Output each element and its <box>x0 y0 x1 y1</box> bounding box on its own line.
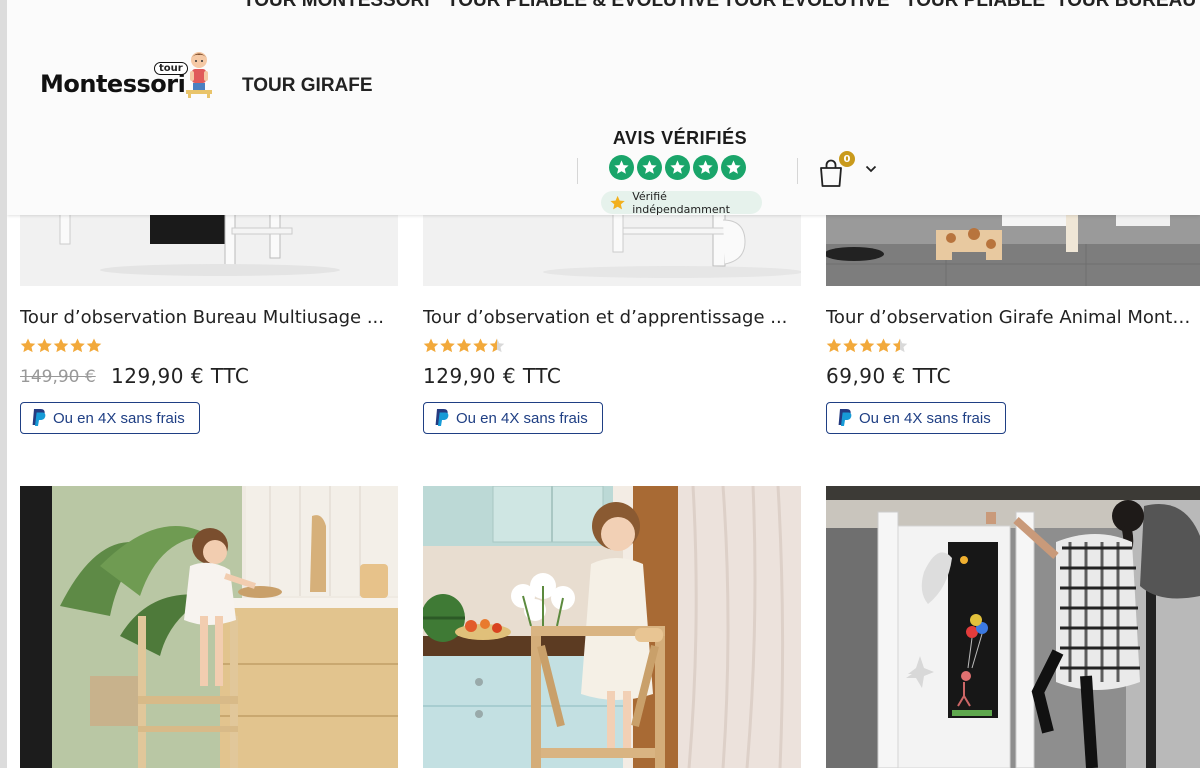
star-icon <box>721 155 746 180</box>
header-divider <box>577 158 578 184</box>
star-icon <box>609 155 634 180</box>
photo-child-learning-tower <box>423 486 801 768</box>
star-icon <box>423 338 439 353</box>
star-icon <box>53 338 69 353</box>
product-title[interactable]: Tour d’observation Girafe Animal Monte..… <box>826 307 1200 328</box>
avis-stars <box>609 155 746 180</box>
product-photo-tower-desk <box>59 210 340 276</box>
half-star-icon <box>892 338 908 353</box>
paypal-label: Ou en 4X sans frais <box>53 409 185 427</box>
star-icon <box>440 338 455 353</box>
avis-verifies-widget[interactable]: AVIS VÉRIFIÉS Vérifié indépendamment <box>595 128 765 216</box>
paypal-icon <box>435 409 449 426</box>
child-mascot-icon <box>186 52 212 98</box>
site-logo[interactable]: Montessori tour <box>40 48 215 106</box>
paypal-icon <box>838 409 852 426</box>
paypal-4x-button[interactable]: Ou en 4X sans frais <box>20 402 200 434</box>
star-icon <box>693 155 718 180</box>
nav-tour-bureau[interactable]: TOUR BUREAU <box>1056 0 1196 12</box>
nav-tour-girafe[interactable]: TOUR GIRAFE <box>242 75 373 97</box>
verified-text: Vérifié indépendamment <box>632 189 730 216</box>
cart-button[interactable]: 0 <box>817 150 877 190</box>
paypal-label: Ou en 4X sans frais <box>859 409 991 427</box>
product-title[interactable]: Tour d’observation Bureau Multiusage ... <box>20 307 392 328</box>
product-image[interactable] <box>826 210 1200 286</box>
gold-star-icon <box>610 195 625 209</box>
product-photo-tower-learning <box>543 210 801 278</box>
paypal-label: Ou en 4X sans frais <box>456 409 588 427</box>
price: 69,90 € TTC <box>826 364 952 388</box>
product-title[interactable]: Tour d’observation et d’apprentissage ..… <box>423 307 795 328</box>
star-icon <box>665 155 690 180</box>
product-rating <box>826 338 908 354</box>
star-icon <box>637 155 662 180</box>
paypal-icon <box>32 409 46 426</box>
star-icon <box>826 338 842 353</box>
price: 129,90 € TTC <box>423 364 562 388</box>
star-icon <box>20 338 36 353</box>
top-navigation: TOUR MONTESSORI TOUR PLIABLE & ÉVOLUTIVE… <box>7 0 1200 12</box>
star-icon <box>876 338 891 353</box>
star-icon <box>456 338 472 353</box>
star-icon <box>70 338 85 353</box>
product-photo-tower-giraffe <box>826 210 1200 286</box>
chevron-down-icon[interactable] <box>865 164 877 174</box>
product-rating <box>423 338 505 354</box>
product-image[interactable] <box>826 486 1200 768</box>
paypal-4x-button[interactable]: Ou en 4X sans frais <box>826 402 1006 434</box>
star-icon <box>473 338 488 353</box>
header-divider <box>797 158 798 184</box>
product-image[interactable] <box>423 486 801 768</box>
nav-tour-pliable[interactable]: TOUR PLIABLE <box>905 0 1045 12</box>
nav-tour-evolutive[interactable]: TOUR ÉVOLUTIVE <box>723 0 889 12</box>
photo-child-rocket-tower <box>826 486 1200 768</box>
product-rating <box>20 338 102 354</box>
nav-tour-pliable-evolutive[interactable]: TOUR PLIABLE & ÉVOLUTIVE <box>447 0 719 12</box>
paypal-4x-button[interactable]: Ou en 4X sans frais <box>423 402 603 434</box>
star-icon <box>859 338 875 353</box>
nav-tour-montessori[interactable]: TOUR MONTESSORI <box>243 0 430 12</box>
star-icon <box>843 338 858 353</box>
avis-title: AVIS VÉRIFIÉS <box>612 128 748 148</box>
verified-badge: Vérifié indépendamment <box>601 189 762 216</box>
browser-edge <box>0 0 7 768</box>
half-star-icon <box>489 338 505 353</box>
product-image[interactable] <box>423 210 801 286</box>
cart-count-badge: 0 <box>839 151 855 167</box>
star-icon <box>37 338 52 353</box>
product-image[interactable] <box>20 210 398 286</box>
site-header: TOUR MONTESSORI TOUR PLIABLE & ÉVOLUTIVE… <box>7 0 1200 216</box>
product-image[interactable] <box>20 486 398 768</box>
price: 129,90 € TTC <box>111 364 250 388</box>
star-icon <box>86 338 102 353</box>
photo-child-kitchen-tower <box>20 486 398 768</box>
old-price: 149,90 € <box>20 367 96 387</box>
